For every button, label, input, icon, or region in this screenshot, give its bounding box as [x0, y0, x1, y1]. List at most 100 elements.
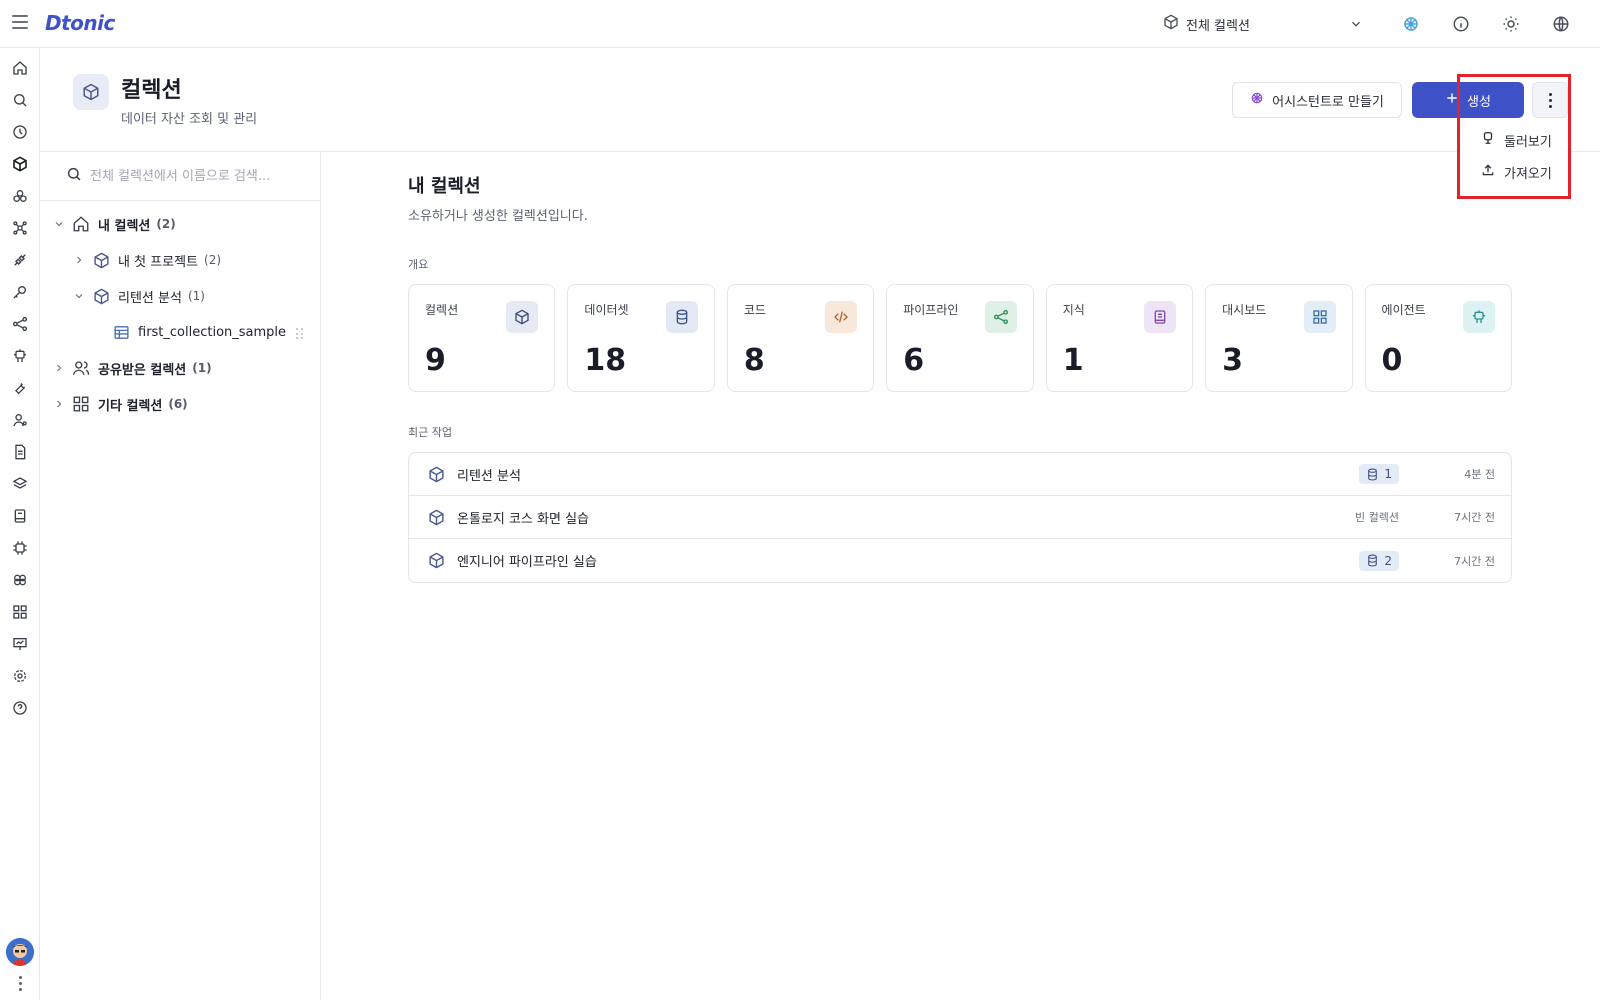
- tree-item-dataset[interactable]: first_collection_sample: [106, 320, 286, 344]
- cluster-icon[interactable]: [9, 217, 31, 239]
- stat-card-pipelines[interactable]: 파이프라인 6: [886, 284, 1034, 392]
- page-header: 컬렉션 데이터 자산 조회 및 관리 어시스턴트로 만들기 생성: [40, 48, 1600, 152]
- home-icon[interactable]: [9, 57, 31, 79]
- create-button[interactable]: 생성: [1412, 82, 1524, 118]
- stat-card-dashboards[interactable]: 대시보드 3: [1205, 284, 1353, 392]
- list-item[interactable]: 리텐션 분석 1 4분 전: [409, 453, 1511, 496]
- menu-item-label: 가져오기: [1504, 166, 1552, 182]
- more-options-button[interactable]: [1532, 82, 1568, 118]
- tree-item-other[interactable]: 기타 컬렉션 (6): [52, 392, 188, 416]
- card-value: 0: [1381, 343, 1403, 378]
- database-icon: [1368, 554, 1378, 567]
- search-icon[interactable]: [9, 89, 31, 111]
- card-value: 8: [743, 343, 765, 378]
- info-icon[interactable]: [1450, 13, 1472, 35]
- agent-icon: [1462, 301, 1495, 333]
- app-logo[interactable]: Dtonic: [45, 11, 115, 35]
- stat-card-datasets[interactable]: 데이터셋 18: [567, 284, 715, 392]
- dataset-count-badge: 2: [1359, 550, 1399, 571]
- create-with-assistant-button[interactable]: 어시스턴트로 만들기: [1232, 82, 1402, 118]
- tree-item-label: 기타 컬렉션: [98, 398, 163, 414]
- layers-icon[interactable]: [9, 473, 31, 495]
- pipeline-icon: [984, 301, 1017, 333]
- tree-item-count: (2): [156, 217, 176, 231]
- list-item-name: 온톨로지 코스 화면 실습: [457, 511, 589, 527]
- collection-icon[interactable]: [9, 153, 31, 175]
- stat-card-code[interactable]: 코드 8: [726, 284, 875, 392]
- section-subtitle: 소유하거나 생성한 컬렉션입니다.: [408, 209, 588, 224]
- globe-icon[interactable]: [1550, 13, 1572, 35]
- avatar[interactable]: [6, 938, 34, 966]
- tool-icon[interactable]: [9, 377, 31, 399]
- plus-icon: [1445, 91, 1459, 109]
- notebook-icon[interactable]: [9, 505, 31, 527]
- document-icon[interactable]: [9, 441, 31, 463]
- key-icon[interactable]: [9, 281, 31, 303]
- menu-item-import[interactable]: 가져오기: [1457, 156, 1567, 188]
- dashboard-icon[interactable]: [9, 601, 31, 623]
- tree-item-label: 내 첫 프로젝트: [118, 254, 199, 270]
- history-icon[interactable]: [9, 121, 31, 143]
- cube-icon: [427, 465, 445, 483]
- agent-icon[interactable]: [9, 345, 31, 367]
- chevron-right-icon[interactable]: [52, 361, 66, 375]
- card-label: 에이전트: [1381, 303, 1426, 317]
- list-item-time: 4분 전: [1464, 468, 1495, 481]
- theme-sun-icon[interactable]: [1500, 13, 1522, 35]
- menu-icon[interactable]: [12, 15, 28, 29]
- recent-label: 최근 작업: [408, 426, 452, 439]
- tree-item-count: (2): [204, 253, 222, 267]
- section-title: 내 컬렉션: [408, 176, 481, 197]
- tree-item-retention[interactable]: 리텐션 분석 (1): [72, 284, 205, 308]
- menu-item-label: 둘러보기: [1504, 134, 1552, 150]
- grid-icon: [71, 394, 91, 414]
- collection-icon: [73, 74, 109, 110]
- list-item-name: 리텐션 분석: [457, 468, 521, 484]
- stat-card-collections[interactable]: 컬렉션 9: [408, 284, 556, 392]
- chevron-down-icon[interactable]: [52, 217, 66, 231]
- chip-icon[interactable]: [9, 537, 31, 559]
- stat-card-knowledge[interactable]: 지식 1: [1045, 284, 1194, 392]
- chevron-right-icon[interactable]: [72, 253, 86, 267]
- dataset-count-badge: 1: [1359, 464, 1399, 484]
- scope-label: 전체 컬렉션: [1186, 18, 1250, 34]
- stat-card-agents[interactable]: 에이전트 0: [1364, 284, 1512, 392]
- recent-work-list: 리텐션 분석 1 4분 전 온톨로지 코스 화면 실습 빈 컬렉션 7시간 전 …: [408, 452, 1512, 583]
- settings-icon[interactable]: [9, 665, 31, 687]
- tree-item-my-collections[interactable]: 내 컬렉션 (2): [52, 212, 176, 236]
- card-label: 컬렉션: [425, 303, 459, 317]
- tree-item-count: (6): [168, 397, 188, 411]
- top-bar: Dtonic 전체 컬렉션: [0, 0, 1600, 48]
- collection-tree-panel: 내 컬렉션 (2) 내 첫 프로젝트 (2) 리텐션 분석 (1) first_…: [40, 152, 321, 1000]
- collection-scope-select[interactable]: 전체 컬렉션: [1163, 12, 1363, 36]
- presentation-icon[interactable]: [9, 633, 31, 655]
- tree-item-label: 내 컬렉션: [98, 218, 151, 234]
- chevron-right-icon[interactable]: [52, 397, 66, 411]
- card-value: 3: [1222, 343, 1243, 378]
- chevron-down-icon[interactable]: [72, 289, 86, 303]
- list-item[interactable]: 온톨로지 코스 화면 실습 빈 컬렉션 7시간 전: [409, 496, 1511, 539]
- database-icon: [665, 301, 698, 333]
- share-icon[interactable]: [9, 313, 31, 335]
- tree-item-shared[interactable]: 공유받은 컬렉션 (1): [52, 356, 212, 380]
- drag-handle-icon[interactable]: [296, 328, 304, 340]
- user-icon[interactable]: [9, 409, 31, 431]
- brain-icon[interactable]: [9, 569, 31, 591]
- assistant-icon[interactable]: [1400, 13, 1422, 35]
- cube-icon: [427, 552, 445, 570]
- more-vertical-icon[interactable]: [14, 974, 26, 992]
- tree-item-project[interactable]: 내 첫 프로젝트 (2): [72, 248, 221, 272]
- tree-search: [40, 152, 320, 201]
- card-value: 1: [1062, 343, 1084, 378]
- search-input[interactable]: [90, 168, 310, 184]
- menu-item-browse[interactable]: 둘러보기: [1457, 124, 1567, 156]
- card-value: 18: [584, 343, 627, 378]
- cube-icon: [427, 508, 445, 526]
- connector-icon[interactable]: [9, 249, 31, 271]
- card-label: 데이터셋: [584, 303, 629, 317]
- code-icon: [825, 301, 858, 333]
- help-icon[interactable]: [9, 697, 31, 719]
- group-icon[interactable]: [9, 185, 31, 207]
- list-item[interactable]: 엔지니어 파이프라인 실습 2 7시간 전: [409, 539, 1511, 582]
- assistant-icon: [1250, 91, 1264, 109]
